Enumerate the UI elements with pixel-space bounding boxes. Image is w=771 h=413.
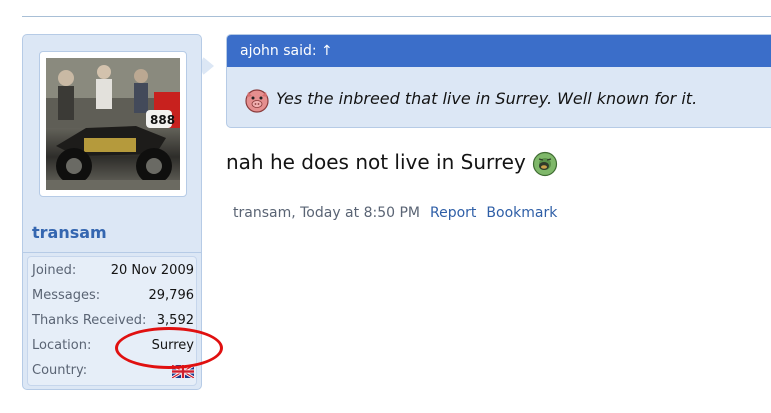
quote-body: Yes the inbreed that live in Surrey. Wel…: [243, 79, 697, 119]
user-divider: [23, 252, 201, 253]
info-label: Joined:: [32, 263, 77, 278]
quote-header[interactable]: ajohn said: ↑: [227, 35, 771, 67]
info-value: 29,796: [148, 288, 195, 303]
svg-text:888: 888: [150, 113, 175, 127]
message-text: nah he does not live in Surrey: [226, 150, 526, 174]
report-link[interactable]: Report: [430, 205, 476, 221]
pig-face-icon: [245, 88, 269, 113]
avatar[interactable]: 888: [46, 58, 180, 190]
info-label: Country:: [32, 363, 88, 378]
info-value: 20 Nov 2009: [110, 263, 194, 278]
highlight-circle: [115, 327, 223, 369]
bookmark-link[interactable]: Bookmark: [486, 205, 557, 221]
quote-block: ajohn said: ↑ Yes the inbreed that live …: [226, 34, 771, 128]
post-message: nah he does not live in Surrey: [226, 150, 558, 177]
info-row-joined: Joined: 20 Nov 2009: [32, 261, 194, 281]
info-label: Messages:: [32, 288, 101, 303]
quote-text: Yes the inbreed that live in Surrey. Wel…: [276, 89, 698, 108]
user-card-pointer: [202, 56, 214, 76]
info-label: Thanks Received:: [32, 313, 147, 328]
username[interactable]: transam: [32, 223, 107, 242]
avatar-image: 888: [46, 58, 180, 190]
post-meta[interactable]: transam, Today at 8:50 PM: [233, 205, 420, 221]
top-divider: [22, 16, 771, 17]
post-footer: transam, Today at 8:50 PM Report Bookmark: [233, 205, 557, 221]
sick-face-icon: [532, 151, 557, 176]
avatar-frame: 888: [39, 51, 187, 197]
info-row-messages: Messages: 29,796: [32, 286, 194, 306]
info-label: Location:: [32, 338, 92, 353]
